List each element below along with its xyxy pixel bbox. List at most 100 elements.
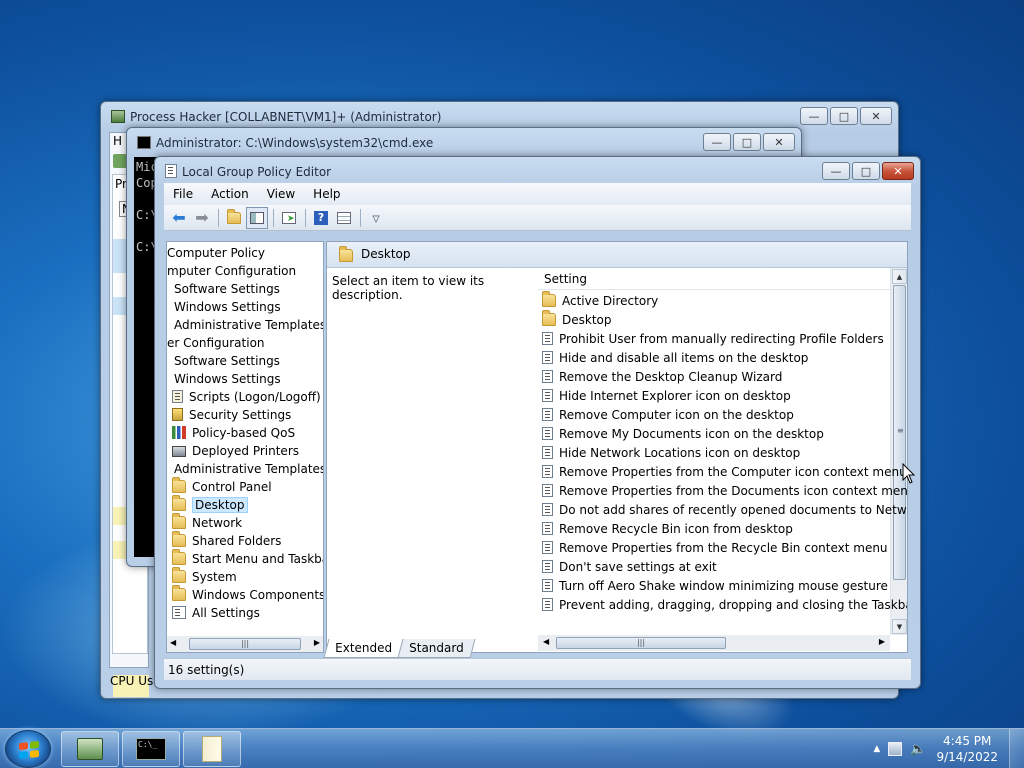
tree-item[interactable]: All Settings [172, 604, 260, 622]
menu-action[interactable]: Action [202, 187, 258, 201]
clock[interactable]: 4:45 PM 9/14/2022 [936, 733, 998, 765]
tree-item[interactable]: Deployed Printers [172, 442, 299, 460]
column-header-setting[interactable]: Setting [538, 268, 891, 290]
tree-pane[interactable]: Computer Policy mputer Configuration Softw… [166, 241, 324, 653]
setting-row[interactable]: Hide and disable all items on the deskto… [542, 349, 808, 368]
network-icon[interactable] [888, 742, 903, 756]
setting-row[interactable]: Do not add shares of recently opened doc… [542, 501, 907, 520]
maximize-button[interactable]: □ [733, 133, 761, 151]
setting-row[interactable]: Remove Recycle Bin icon from desktop [542, 520, 793, 539]
menu-file[interactable]: File [164, 187, 202, 201]
scroll-up-icon[interactable]: ▲ [892, 269, 907, 284]
show-desktop-button[interactable] [1009, 729, 1024, 768]
list-horizontal-scrollbar[interactable]: ◀ ||| ▶ [538, 635, 890, 651]
menu-view[interactable]: View [258, 187, 304, 201]
setting-row[interactable]: Remove Properties from the Computer icon… [542, 463, 907, 482]
menu-help[interactable]: Help [304, 187, 349, 201]
folder-icon [172, 567, 186, 583]
forward-arrow-icon[interactable]: ➡ [191, 207, 213, 229]
maximize-button[interactable]: □ [852, 162, 880, 180]
taskbar-process-hacker[interactable] [61, 731, 119, 767]
tree-item[interactable]: Software Settings [174, 352, 280, 370]
tree-horizontal-scrollbar[interactable]: ◀ ||| ▶ [167, 636, 323, 652]
setting-row[interactable]: Hide Network Locations icon on desktop [542, 444, 800, 463]
tree-item[interactable]: Windows Settings [174, 298, 281, 316]
policy-icon [542, 541, 553, 554]
scroll-thumb[interactable]: ≡ [893, 285, 906, 580]
tree-item[interactable]: System [172, 567, 237, 586]
show-hidden-icons-icon[interactable]: ▲ [873, 744, 880, 754]
setting-label: Remove Properties from the Documents ico… [559, 484, 908, 498]
tree-item[interactable]: Software Settings [174, 280, 280, 298]
close-button[interactable]: ✕ [860, 107, 892, 125]
setting-row[interactable]: Prohibit User from manually redirecting … [542, 330, 884, 349]
start-button[interactable] [5, 730, 51, 768]
tree-item[interactable]: Windows Components [172, 585, 323, 604]
taskbar-gpedit[interactable] [183, 731, 241, 767]
back-arrow-icon[interactable]: ⬅ [168, 207, 190, 229]
description-text: Select an item to view its description. [332, 274, 485, 302]
filter-icon[interactable]: ▿ [365, 207, 387, 229]
up-folder-icon[interactable] [223, 207, 245, 229]
scroll-thumb[interactable]: ||| [556, 637, 726, 649]
tab-standard[interactable]: Standard [397, 639, 476, 658]
gpedit-window[interactable]: Local Group Policy Editor — □ ✕ File Act… [154, 156, 921, 689]
tree-item[interactable]: Policy-based QoS [172, 424, 295, 442]
scroll-left-icon[interactable]: ◀ [170, 638, 176, 647]
tree-item[interactable]: Start Menu and Taskbar [172, 549, 323, 568]
taskbar-cmd[interactable]: C:\_ [122, 731, 180, 767]
setting-row[interactable]: Turn off Aero Shake window minimizing mo… [542, 577, 888, 596]
scroll-right-icon[interactable]: ▶ [314, 638, 320, 647]
setting-row[interactable]: Remove Properties from the Documents ico… [542, 482, 908, 501]
tree-item[interactable]: Windows Settings [174, 370, 281, 388]
tree-item[interactable]: Desktop [172, 495, 248, 514]
maximize-button[interactable]: □ [830, 107, 858, 125]
setting-row[interactable]: Remove Computer icon on the desktop [542, 406, 794, 425]
setting-row[interactable]: Remove My Documents icon on the desktop [542, 425, 824, 444]
toolbar-separator [273, 208, 274, 227]
setting-row[interactable]: Active Directory [542, 291, 658, 311]
minimize-button[interactable]: — [703, 133, 731, 151]
policy-icon [542, 484, 553, 497]
scroll-left-icon[interactable]: ◀ [543, 637, 549, 646]
scroll-thumb[interactable]: ||| [189, 638, 301, 650]
close-button[interactable]: ✕ [882, 162, 914, 180]
setting-row[interactable]: Don't save settings at exit [542, 558, 717, 577]
tree-item-label: Control Panel [192, 480, 272, 494]
properties-icon[interactable] [333, 207, 355, 229]
tab-extended[interactable]: Extended [323, 639, 404, 658]
setting-row[interactable]: Remove the Desktop Cleanup Wizard [542, 368, 782, 387]
export-list-icon[interactable]: ➤ [278, 207, 300, 229]
show-hide-tree-icon[interactable] [246, 206, 268, 229]
view-tabs: Extended Standard [323, 639, 476, 659]
vertical-scrollbar[interactable]: ▲ ≡ ▼ [890, 268, 907, 635]
help-icon[interactable]: ? [310, 207, 332, 229]
tree-item[interactable]: Administrative Templates [174, 460, 323, 478]
tree-item[interactable]: Computer Policy [167, 244, 265, 262]
tree-item[interactable]: Administrative Templates [174, 316, 323, 334]
tree-item[interactable]: Security Settings [172, 406, 291, 424]
minimize-button[interactable]: — [822, 162, 850, 180]
tree-item[interactable]: mputer Configuration [167, 262, 296, 280]
tree-item[interactable]: Scripts (Logon/Logoff) [172, 388, 321, 406]
settings-list[interactable]: Setting ▲ ≡ ▼ ◀ ||| ▶ Active Directory De… [538, 268, 907, 652]
volume-icon[interactable]: 🔈 [910, 742, 926, 757]
setting-label: Desktop [562, 313, 612, 327]
setting-row[interactable]: Hide Internet Explorer icon on desktop [542, 387, 791, 406]
scroll-down-icon[interactable]: ▼ [892, 619, 907, 634]
tree-item-label: Windows Settings [174, 372, 281, 386]
tree-item[interactable]: er Configuration [167, 334, 265, 352]
setting-label: Remove Computer icon on the desktop [559, 408, 794, 422]
setting-row[interactable]: Prevent adding, dragging, dropping and c… [542, 596, 907, 615]
minimize-button[interactable]: — [800, 107, 828, 125]
scroll-right-icon[interactable]: ▶ [879, 637, 885, 646]
setting-row[interactable]: Remove Properties from the Recycle Bin c… [542, 539, 888, 558]
tree-item[interactable]: Shared Folders [172, 531, 281, 550]
tree-item-label: Computer Policy [167, 246, 265, 260]
folder-icon [172, 549, 186, 565]
tree-item[interactable]: Control Panel [172, 477, 272, 496]
close-button[interactable]: ✕ [763, 133, 795, 151]
setting-row[interactable]: Desktop [542, 310, 612, 330]
window-title: Local Group Policy Editor [165, 163, 331, 181]
tree-item[interactable]: Network [172, 513, 242, 532]
